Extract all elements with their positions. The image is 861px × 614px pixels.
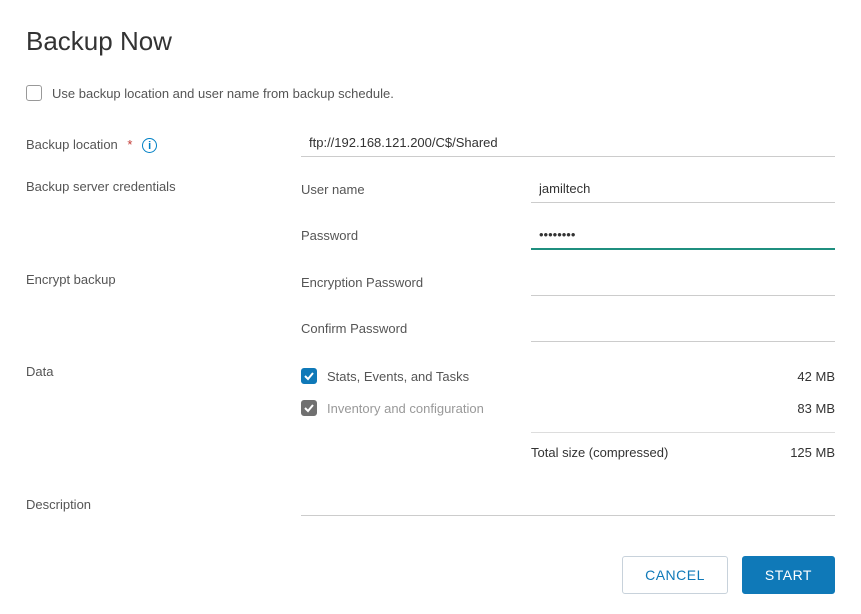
data-item-size: 83 MB (797, 401, 835, 416)
start-button[interactable]: START (742, 556, 835, 594)
page-title: Backup Now (26, 26, 835, 57)
data-item-size: 42 MB (797, 369, 835, 384)
data-item-label: Stats, Events, and Tasks (327, 369, 797, 384)
info-icon[interactable]: i (142, 138, 157, 153)
enc-pw-label: Encryption Password (301, 275, 531, 290)
stats-checkbox[interactable] (301, 368, 317, 384)
use-schedule-checkbox[interactable] (26, 85, 42, 101)
data-label: Data (26, 360, 301, 379)
inventory-checkbox (301, 400, 317, 416)
username-input[interactable] (531, 175, 835, 203)
total-label: Total size (compressed) (531, 445, 790, 460)
description-input[interactable] (301, 488, 835, 516)
password-input[interactable] (531, 221, 835, 250)
backup-location-input[interactable] (301, 129, 835, 157)
cancel-button[interactable]: CANCEL (622, 556, 728, 594)
confirm-pw-input[interactable] (531, 314, 835, 342)
username-label: User name (301, 182, 531, 197)
use-schedule-label: Use backup location and user name from b… (52, 86, 394, 101)
check-icon (304, 403, 314, 413)
total-size: 125 MB (790, 445, 835, 460)
password-label: Password (301, 228, 531, 243)
confirm-pw-label: Confirm Password (301, 321, 531, 336)
data-item-label: Inventory and configuration (327, 401, 797, 416)
description-label: Description (26, 493, 301, 512)
server-creds-label: Backup server credentials (26, 175, 301, 194)
backup-location-label: Backup location (26, 137, 118, 152)
enc-pw-input[interactable] (531, 268, 835, 296)
encrypt-label: Encrypt backup (26, 268, 301, 287)
check-icon (304, 371, 314, 381)
required-indicator: * (127, 137, 132, 152)
divider (531, 432, 835, 433)
